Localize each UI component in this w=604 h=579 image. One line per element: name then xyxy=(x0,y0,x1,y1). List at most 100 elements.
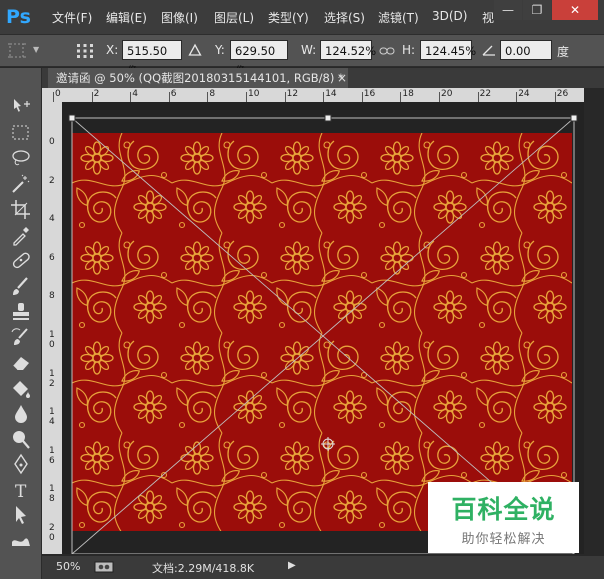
ruler-left-label: 0 xyxy=(49,340,55,350)
ruler-left-label: 8 xyxy=(49,291,55,302)
lasso-tool-icon[interactable] xyxy=(9,147,33,169)
healing-brush-tool-icon[interactable] xyxy=(9,249,33,271)
dodge-tool-icon[interactable] xyxy=(9,428,33,450)
restore-button[interactable]: ❐ xyxy=(523,0,551,20)
menu-select[interactable]: 选择(S) xyxy=(324,9,365,26)
ruler-left-label: 1 xyxy=(49,330,55,340)
magic-wand-tool-icon[interactable] xyxy=(9,173,33,195)
status-arrow-icon[interactable]: ▶ xyxy=(288,560,296,571)
ruler-tick xyxy=(554,92,556,102)
angle-unit: 度 xyxy=(557,45,570,59)
photoshop-logo: Ps xyxy=(6,6,31,28)
status-view-icon[interactable] xyxy=(94,561,114,573)
ruler-tick xyxy=(53,92,54,102)
marquee-tool-icon[interactable] xyxy=(9,122,33,144)
ruler-tick xyxy=(130,92,132,102)
ruler-tick xyxy=(323,92,325,102)
ruler-left-label: 6 xyxy=(49,455,55,466)
ruler-tick xyxy=(361,92,363,102)
ruler-top-label: 22 xyxy=(479,89,492,99)
ruler-tick xyxy=(246,92,247,102)
close-button[interactable]: ✕ xyxy=(552,0,598,20)
ruler-left-label: 2 xyxy=(49,523,55,533)
watermark-subtitle: 助你轻松解决 xyxy=(461,532,546,547)
ruler-left-label: 4 xyxy=(49,417,55,428)
path-selection-tool-icon[interactable] xyxy=(9,504,33,526)
angle-icon xyxy=(481,43,497,57)
ruler-tick xyxy=(400,92,402,102)
ruler-left-label: 4 xyxy=(49,214,55,225)
ruler-tick xyxy=(168,92,170,102)
menu-3d[interactable]: 3D(D) xyxy=(432,9,467,23)
eraser-tool-icon[interactable] xyxy=(9,351,33,373)
ruler-left-label: 6 xyxy=(49,252,55,263)
ruler-left-label: 1 xyxy=(49,368,55,379)
ruler-top-label: 0 xyxy=(55,89,61,99)
watermark-title: 百科全说 xyxy=(451,495,556,524)
ruler-top-label: 8 xyxy=(209,89,216,99)
ruler-left-label: 8 xyxy=(49,494,55,505)
menu-filter[interactable]: 滤镜(T) xyxy=(378,9,419,26)
tool-preset-chevron-icon[interactable]: ▼ xyxy=(33,45,39,54)
document-tab[interactable]: 邀请函 @ 50% (QQ截图20180315144101, RGB/8) * xyxy=(48,68,348,88)
ruler-top-label: 10 xyxy=(248,89,260,99)
menu-view[interactable]: 视 xyxy=(482,9,494,26)
link-icon[interactable] xyxy=(379,44,395,58)
minimize-button[interactable]: — xyxy=(494,0,522,20)
ruler-top-label: 18 xyxy=(402,89,414,99)
ruler-tick xyxy=(439,92,440,102)
ruler-top-label: 20 xyxy=(441,89,453,99)
ruler-top-label: 2 xyxy=(93,89,100,99)
h-label: H: xyxy=(402,43,416,57)
tab-close-icon[interactable]: × xyxy=(337,68,349,88)
move-tool-icon[interactable] xyxy=(9,96,33,118)
eyedropper-tool-icon[interactable] xyxy=(9,224,33,246)
height-input[interactable]: 124.45% xyxy=(420,40,476,60)
menu-edit[interactable]: 编辑(E) xyxy=(106,9,147,26)
zoom-level[interactable]: 50% xyxy=(56,560,80,573)
reference-point-icon[interactable] xyxy=(74,41,96,61)
x-position-input[interactable]: 515.50 像 xyxy=(122,40,182,78)
w-label: W: xyxy=(301,43,317,57)
crop-tool-icon[interactable] xyxy=(9,198,33,220)
ruler-top-label: 14 xyxy=(325,89,337,99)
menu-type[interactable]: 类型(Y) xyxy=(268,9,309,26)
ruler-top-label: 16 xyxy=(363,89,376,99)
blur-tool-icon[interactable] xyxy=(9,402,33,424)
brush-tool-icon[interactable] xyxy=(9,275,33,297)
svg-text:T: T xyxy=(15,482,27,501)
ruler-tick xyxy=(207,92,209,102)
shape-tool-icon[interactable] xyxy=(9,530,33,552)
transform-tool-icon[interactable] xyxy=(6,41,28,61)
ruler-left-label: 2 xyxy=(49,378,55,389)
history-brush-tool-icon[interactable] xyxy=(9,326,33,348)
ruler-left-label: 0 xyxy=(49,533,55,543)
ruler-left-label: 1 xyxy=(49,484,55,495)
ruler-tick xyxy=(477,92,479,102)
pen-tool-icon[interactable] xyxy=(9,453,33,475)
ruler-tick xyxy=(516,92,518,102)
ruler-top-label: 24 xyxy=(518,89,530,99)
menu-file[interactable]: 文件(F) xyxy=(52,9,92,26)
menu-image[interactable]: 图像(I) xyxy=(161,9,198,26)
document-size: 文档:2.29M/418.8K xyxy=(152,562,255,575)
menu-layer[interactable]: 图层(L) xyxy=(214,9,254,26)
ruler-tick xyxy=(284,92,286,102)
ruler-top-label: 26 xyxy=(556,89,569,99)
width-input[interactable]: 124.52% xyxy=(320,40,376,60)
clone-stamp-tool-icon[interactable] xyxy=(9,300,33,322)
type-tool-icon[interactable]: T xyxy=(9,479,33,501)
x-label: X: xyxy=(106,43,119,57)
angle-input[interactable]: 0.00 xyxy=(500,40,552,60)
paint-bucket-tool-icon[interactable] xyxy=(9,377,33,399)
vertical-ruler[interactable]: 02468101214161820 xyxy=(42,102,62,554)
delta-icon[interactable] xyxy=(188,43,202,57)
ruler-left-label: 2 xyxy=(49,175,55,186)
ruler-top-label: 6 xyxy=(170,89,177,99)
ruler-top-label: 12 xyxy=(286,89,299,99)
ruler-top-label: 4 xyxy=(132,89,138,99)
ruler-left-label: 0 xyxy=(49,137,55,147)
horizontal-ruler[interactable]: 0 2 4 6 8 10 12 14 16 18 20 22 24 26 xyxy=(53,88,584,102)
y-label: Y: xyxy=(215,43,225,57)
y-position-input[interactable]: 629.50 像 xyxy=(230,40,288,78)
